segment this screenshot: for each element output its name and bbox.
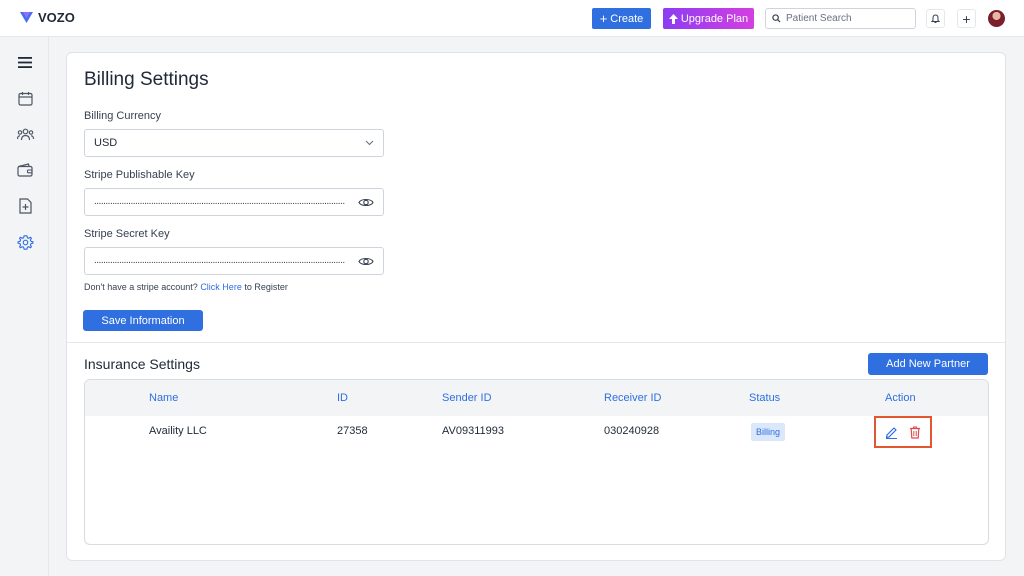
column-header-sender-id[interactable]: Sender ID [442,392,492,404]
patients-icon[interactable] [15,124,35,144]
upgrade-plan-button[interactable]: Upgrade Plan [663,8,754,29]
cell-sender-id: AV09311993 [442,425,504,437]
insurance-settings-title: Insurance Settings [84,356,200,372]
row-actions [874,416,932,448]
column-header-status[interactable]: Status [749,392,780,404]
hint-text: Don't have a stripe account? [84,282,198,292]
top-bar: VOZO + Create Upgrade Plan + [0,0,1024,37]
section-divider [67,342,1005,343]
settings-card: Billing Settings Billing Currency USD St… [66,52,1006,561]
column-header-name[interactable]: Name [149,392,178,404]
bell-icon [931,13,940,23]
column-header-id[interactable]: ID [337,392,348,404]
document-add-icon[interactable] [15,196,35,216]
vozo-logo-icon [20,12,33,23]
stripe-secret-key-label: Stripe Secret Key [84,228,170,240]
save-information-button[interactable]: Save Information [83,310,203,331]
brand-name: VOZO [38,10,75,25]
notifications-button[interactable] [926,9,945,28]
stripe-secret-key-field[interactable]: ........................................… [84,247,384,275]
plus-icon: + [599,11,608,26]
create-button[interactable]: + Create [592,8,651,29]
eye-icon[interactable] [358,197,374,208]
cell-name: Availity LLC [149,425,207,437]
search-input[interactable] [786,13,906,24]
wallet-icon[interactable] [15,160,35,180]
publishable-key-masked-value: ........................................… [94,197,345,207]
gear-icon[interactable] [15,232,35,252]
billing-currency-label: Billing Currency [84,110,162,122]
eye-icon[interactable] [358,256,374,267]
plus-icon: + [962,10,971,27]
sidebar [0,37,49,576]
click-here-link[interactable]: Click Here [200,282,242,292]
create-label: Create [610,12,644,25]
column-header-action: Action [885,392,916,404]
brand-logo[interactable]: VOZO [19,10,75,25]
add-button[interactable]: + [957,9,976,28]
patient-search[interactable] [765,8,916,29]
menu-icon[interactable] [15,52,35,72]
table-header: Name ID Sender ID Receiver ID Status Act… [85,380,988,416]
stripe-register-hint: Don't have a stripe account? Click Here … [84,282,288,292]
trash-icon[interactable] [909,425,921,439]
user-avatar[interactable] [988,10,1005,27]
column-header-receiver-id[interactable]: Receiver ID [604,392,661,404]
edit-icon[interactable] [885,426,898,439]
hint-suffix: to Register [244,282,288,292]
arrow-up-icon [668,13,678,24]
currency-value: USD [94,137,118,149]
stripe-publishable-key-label: Stripe Publishable Key [84,169,195,181]
billing-currency-select[interactable]: USD [84,129,384,157]
cell-id: 27358 [337,425,368,437]
secret-key-masked-value: ........................................… [94,256,345,266]
calendar-icon[interactable] [15,88,35,108]
upgrade-label: Upgrade Plan [680,12,749,25]
insurance-partners-table: Name ID Sender ID Receiver ID Status Act… [84,379,989,545]
chevron-down-icon [365,140,374,146]
status-badge: Billing [751,423,786,441]
add-new-partner-button[interactable]: Add New Partner [868,353,988,375]
page-title: Billing Settings [84,69,209,90]
cell-receiver-id: 030240928 [604,425,660,437]
search-icon [772,14,781,23]
stripe-publishable-key-field[interactable]: ........................................… [84,188,384,216]
